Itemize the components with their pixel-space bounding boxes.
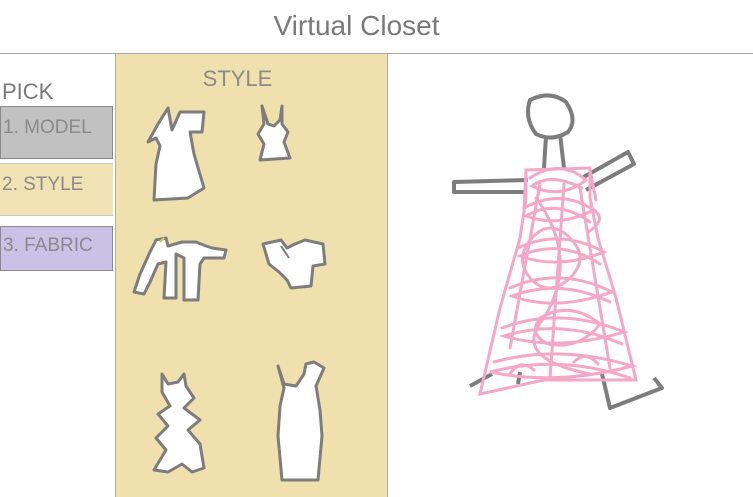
model-head [526, 93, 575, 140]
style-panel: STYLE [115, 54, 388, 497]
garment-jacket-option[interactable] [126, 234, 230, 306]
garment-tank-top-option[interactable] [252, 102, 302, 166]
garment-ruffle-dress-option[interactable] [150, 368, 212, 480]
pick-heading: PICK [2, 79, 54, 104]
ruffle-dress-icon [152, 372, 206, 474]
garment-short-sleeve-option[interactable] [257, 234, 329, 296]
style-panel-heading: STYLE [202, 66, 273, 91]
long-dress-icon [276, 360, 326, 482]
short-sleeve-top-icon [261, 238, 327, 290]
garment-long-dress-option[interactable] [270, 356, 334, 488]
model-preview [452, 93, 664, 410]
step-model-button[interactable]: 1. MODEL [0, 106, 113, 159]
page-title: Virtual Closet [273, 10, 440, 41]
long-sleeve-jacket-icon [132, 236, 228, 302]
garment-mini-dress-option[interactable] [138, 102, 210, 202]
mini-dress-icon [146, 106, 206, 202]
dress-scribble [478, 166, 638, 396]
step-fabric-button[interactable]: 3. FABRIC [0, 226, 113, 271]
tank-top-icon [256, 104, 292, 162]
step-style-button[interactable]: 2. STYLE [0, 163, 113, 216]
